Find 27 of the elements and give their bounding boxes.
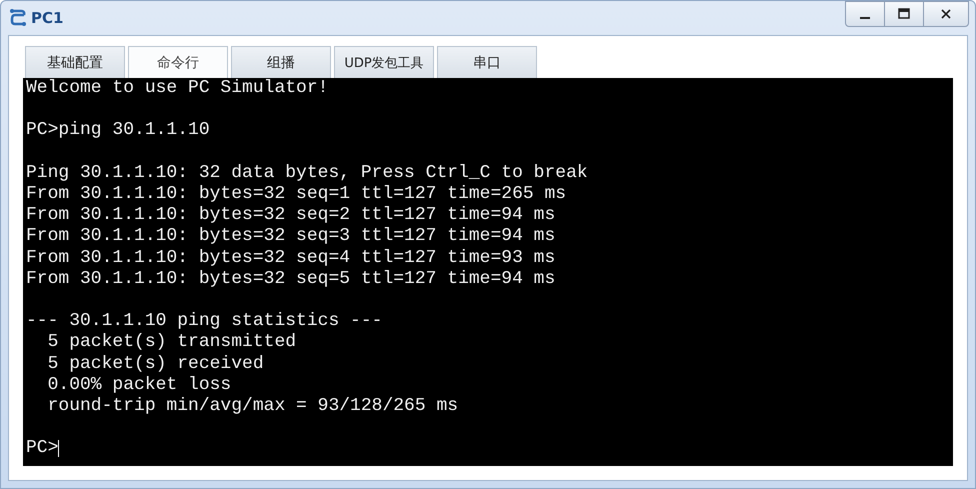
terminal-line: Welcome to use PC Simulator! [26,78,328,100]
maximize-button[interactable] [884,1,924,27]
window-title: PC1 [31,9,64,27]
terminal-line: 0.00% packet loss [46,374,232,396]
tab[interactable]: 组播 [231,46,331,78]
tab[interactable]: 串口 [437,46,537,78]
tab[interactable]: UDP发包工具 [334,46,434,78]
prompt: PC> [26,438,58,460]
terminal-line: PC>ping 30.1.1.10 [26,120,210,142]
terminal-line: From 30.1.1.10: bytes=32 seq=4 ttl=127 time=93 ms [26,248,556,269]
tab[interactable]: 基础配置 [25,46,125,78]
network-icon [9,8,27,28]
terminal-line: round-trip min/avg/max = 93/128/265 ms [46,396,458,418]
terminal-line: From 30.1.1.10: bytes=32 seq=3 ttl=127 time=94 ms [26,226,556,248]
terminal-line: 5 packet(s) received [46,354,264,375]
terminal-line: From 30.1.1.10: bytes=32 seq=1 ttl=127 time=265 ms [26,184,566,206]
text-cursor [58,440,60,458]
terminal-line: 5 packet(s) transmitted [46,332,296,354]
maximize-icon [898,8,910,20]
tab[interactable]: 命令行 [128,46,228,78]
terminal-line: --- 30.1.1.10 ping statistics --- [26,311,382,332]
terminal-line: From 30.1.1.10: bytes=32 seq=2 ttl=127 time=94 ms [26,205,556,226]
close-button[interactable] [923,1,969,27]
terminal-line: Ping 30.1.1.10: 32 data bytes, Press Ctrl_C to break [26,162,588,184]
terminal-line: From 30.1.1.10: bytes=32 seq=5 ttl=127 time=94 ms [26,268,556,290]
close-icon [940,8,952,20]
minimize-icon [860,17,870,19]
